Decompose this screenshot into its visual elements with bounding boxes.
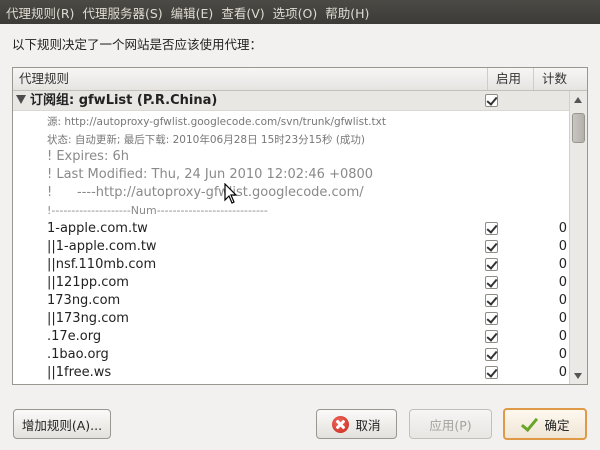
- rule-text: ||1free.ws: [47, 365, 112, 380]
- checkmark-icon: [520, 416, 538, 432]
- menu-view[interactable]: 查看(V): [217, 3, 268, 22]
- intro-text: 以下规则决定了一个网站是否应该使用代理：: [12, 37, 263, 52]
- rule-enabled-checkbox[interactable]: [485, 258, 498, 271]
- rule-enabled-checkbox[interactable]: [485, 348, 498, 361]
- comment-row[interactable]: ! Last Modified: Thu, 24 Jun 2010 12:02:…: [47, 167, 373, 182]
- rules-tree: 代理规则 启用 计数 订阅组: gfwList (P.R.China) 源: h…: [12, 67, 588, 385]
- rule-count: 0: [558, 311, 567, 326]
- tree-rows: 订阅组: gfwList (P.R.China) 源: http://autop…: [13, 91, 569, 384]
- rule-enabled-checkbox[interactable]: [485, 366, 498, 379]
- mouse-pointer-icon: [224, 183, 238, 204]
- rule-text: 173ng.com: [47, 293, 121, 308]
- tree-header: 代理规则 启用 计数: [13, 68, 587, 91]
- column-header-count[interactable]: 计数: [533, 68, 587, 90]
- scrollbar-thumb[interactable]: [572, 113, 585, 143]
- rule-text: .17e.org: [47, 329, 102, 344]
- subscription-group-row[interactable]: 订阅组: gfwList (P.R.China): [13, 91, 569, 111]
- rule-text: ||1-apple.com.tw: [47, 239, 157, 254]
- comment-row[interactable]: ! Expires: 6h: [47, 149, 129, 164]
- cancel-button[interactable]: 取消: [316, 409, 397, 439]
- group-enabled-checkbox[interactable]: [485, 94, 498, 107]
- add-rule-button[interactable]: 增加规则(A)...: [13, 409, 111, 439]
- cancel-label: 取消: [355, 417, 381, 433]
- rule-enabled-checkbox[interactable]: [485, 294, 498, 307]
- rule-enabled-checkbox[interactable]: [485, 240, 498, 253]
- group-source: 源: http://autoproxy-gfwlist.googlecode.c…: [47, 116, 386, 128]
- apply-button[interactable]: 应用(P): [409, 409, 492, 439]
- rule-count: 0: [558, 239, 567, 254]
- ok-label: 确定: [544, 417, 570, 433]
- menu-proxy-servers[interactable]: 代理服务器(S): [78, 3, 166, 22]
- column-header-rule[interactable]: 代理规则: [19, 68, 69, 90]
- rule-text: ||173ng.com: [47, 311, 129, 326]
- ok-button[interactable]: 确定: [503, 408, 587, 440]
- rule-count: 0: [558, 329, 567, 344]
- menubar: 代理规则(R) 代理服务器(S) 编辑(E) 查看(V) 选项(O) 帮助(H): [0, 0, 600, 24]
- menu-options[interactable]: 选项(O): [269, 3, 322, 22]
- menu-proxy-rules[interactable]: 代理规则(R): [2, 3, 78, 22]
- rule-text: ||121pp.com: [47, 275, 129, 290]
- rule-enabled-checkbox[interactable]: [485, 330, 498, 343]
- cancel-icon: [332, 415, 350, 433]
- menu-edit[interactable]: 编辑(E): [167, 3, 218, 22]
- rule-count: 0: [558, 221, 567, 236]
- menu-help[interactable]: 帮助(H): [321, 3, 373, 22]
- rule-count: 0: [558, 347, 567, 362]
- rule-text: 1-apple.com.tw: [47, 221, 148, 236]
- group-title: 订阅组: gfwList (P.R.China): [30, 93, 218, 108]
- add-rule-label: 增加规则(A)...: [21, 417, 103, 433]
- rule-text: ||nsf.110mb.com: [47, 257, 157, 272]
- rule-enabled-checkbox[interactable]: [485, 276, 498, 289]
- vertical-scrollbar[interactable]: [569, 91, 587, 384]
- rule-enabled-checkbox[interactable]: [485, 222, 498, 235]
- group-status: 状态: 自动更新; 最后下载: 2010年06月28日 15时23分15秒 (成…: [47, 134, 366, 146]
- rule-count: 0: [558, 257, 567, 272]
- rule-text: .1bao.org: [47, 347, 109, 362]
- rule-count: 0: [558, 365, 567, 380]
- expander-arrow-icon[interactable]: [16, 95, 26, 104]
- column-header-enabled[interactable]: 启用: [487, 68, 533, 90]
- comment-row[interactable]: !--------------------Num----------------…: [47, 204, 268, 217]
- scroll-up-arrow-icon[interactable]: [574, 97, 582, 103]
- rule-enabled-checkbox[interactable]: [485, 312, 498, 325]
- scroll-down-arrow-icon[interactable]: [574, 373, 582, 379]
- rule-count: 0: [558, 275, 567, 290]
- comment-row[interactable]: ! ----http://autoproxy-gfwlist.googlecod…: [47, 185, 364, 200]
- rule-count: 0: [558, 293, 567, 308]
- apply-label: 应用(P): [429, 417, 472, 433]
